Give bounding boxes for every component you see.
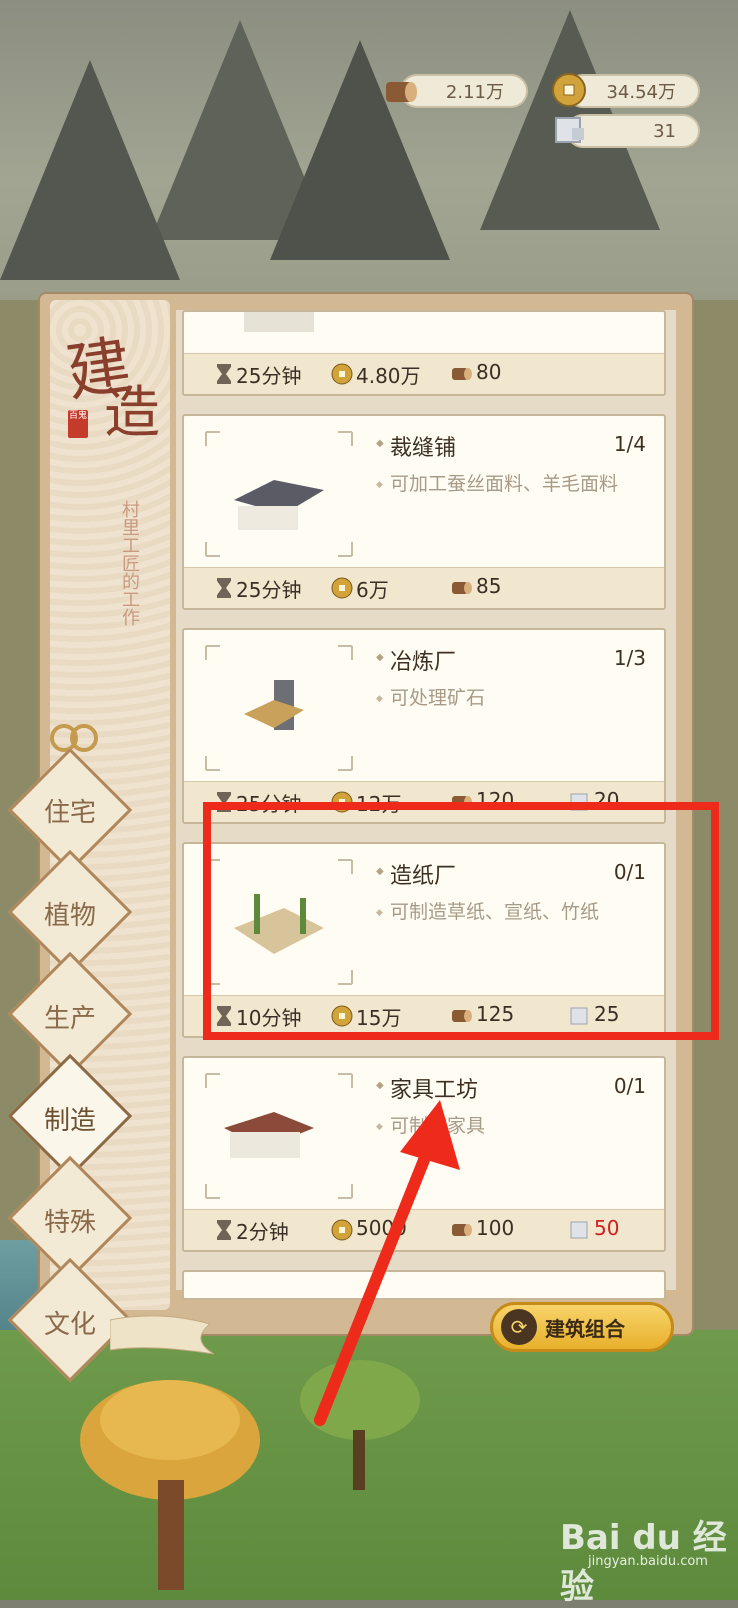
wood-amount: 2.11万 — [445, 82, 504, 103]
combo-label: 建筑组合 — [545, 1316, 625, 1341]
build-time: 2分钟 — [236, 1220, 289, 1244]
watermark-url: jingyan.baidu.com — [588, 1554, 708, 1569]
stone-block-icon — [568, 1218, 592, 1242]
coin-cost: 6万 — [356, 578, 389, 602]
hourglass-icon — [212, 576, 236, 600]
hourglass-icon — [212, 1218, 236, 1242]
building-name: 裁缝铺 — [376, 430, 456, 462]
building-thumbnail — [205, 431, 353, 557]
building-thumbnail — [205, 645, 353, 771]
category-tab-culture[interactable]: 文化 — [20, 1304, 120, 1341]
wood-log-icon — [450, 362, 474, 386]
panel-subtitle: 村里工匠的工作 — [119, 500, 140, 626]
copper-coin-icon — [330, 362, 354, 386]
category-tab-manufacturing[interactable]: 制造 — [20, 1100, 120, 1137]
build-count: 1/3 — [613, 646, 646, 670]
building-desc: 可加工蚕丝面料、羊毛面料 — [376, 470, 650, 499]
build-time: 25分钟 — [236, 578, 302, 602]
copper-amount: 34.54万 — [606, 82, 676, 103]
cost-bar: 25分钟 6万 85 — [184, 567, 664, 608]
stone-amount: 31 — [653, 120, 676, 142]
coin-cost: 4.80万 — [356, 364, 421, 388]
wood-log-icon — [450, 576, 474, 600]
category-tab-residence[interactable]: 住宅 — [20, 792, 120, 829]
cost-bar: 25分钟 4.80万 80 — [184, 353, 664, 394]
building-desc: 可处理矿石 — [376, 684, 650, 713]
hourglass-icon — [212, 362, 236, 386]
copper-coin-icon — [330, 576, 354, 600]
category-tab-special[interactable]: 特殊 — [20, 1202, 120, 1239]
wood-cost: 80 — [476, 360, 502, 384]
panel-title-char: 造 — [104, 381, 160, 446]
seal-stamp: 百鬼 — [68, 410, 88, 438]
copper-coin-icon — [552, 73, 586, 107]
wood-log-icon — [386, 82, 417, 102]
category-tab-plants[interactable]: 植物 — [20, 895, 120, 932]
refresh-icon: ⟳ — [501, 1309, 537, 1345]
mountain — [0, 60, 180, 280]
scroll-ribbon — [110, 1315, 215, 1355]
build-count: 1/4 — [613, 432, 646, 456]
building-card[interactable]: 裁缝铺 1/4 可加工蚕丝面料、羊毛面料 25分钟 6万 85 — [182, 414, 666, 610]
building-name: 冶炼厂 — [376, 644, 456, 676]
build-count: 0/1 — [613, 1074, 646, 1098]
arrow-annotation-icon — [314, 1100, 460, 1426]
wood-cost: 85 — [476, 574, 502, 598]
wood-cost: 100 — [476, 1216, 515, 1240]
building-combo-button[interactable]: ⟳ 建筑组合 — [490, 1302, 674, 1352]
mountain — [270, 40, 450, 260]
build-time: 25分钟 — [236, 364, 302, 388]
category-tab-production[interactable]: 生产 — [20, 998, 120, 1035]
stone-block-icon — [555, 117, 584, 143]
building-card[interactable]: 冶炼厂 1/3 可处理矿石 25分钟 12万 120 20 — [182, 628, 666, 824]
building-card[interactable]: 25分钟 4.80万 80 — [182, 310, 666, 396]
highlight-box — [203, 802, 719, 1040]
stone-cost-insufficient: 50 — [594, 1216, 620, 1240]
